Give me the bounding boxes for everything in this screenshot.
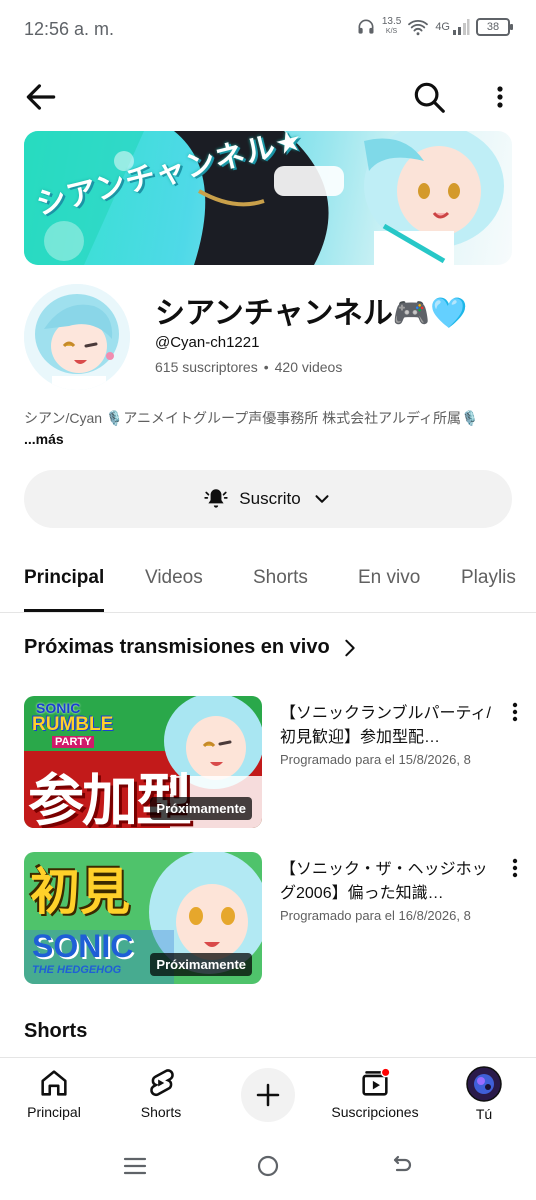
profile-avatar [466,1066,502,1102]
nav-principal-label: Principal [27,1104,81,1120]
upcoming-section-title: Próximas transmisiones en vivo [24,636,330,658]
tab-playlists[interactable]: Playlis [461,567,516,589]
video-schedule: Programado para el 16/8/2026, 8 [280,908,471,923]
channel-description[interactable]: シアン/Cyan 🎙️アニメイトグループ声優事務所 株式会社アルディ所属🎙️ [24,408,514,428]
thumb-text-mid: RUMBLE [32,714,114,735]
tab-videos[interactable]: Videos [145,567,203,589]
circle-home-icon [257,1155,279,1177]
subscribed-button[interactable]: Suscrito [24,470,512,528]
nav-subscriptions-label: Suscripciones [331,1104,419,1120]
chevron-down-icon [315,495,329,503]
video-more-button[interactable] [506,700,524,726]
home-system-button[interactable] [253,1151,283,1181]
back-arrow-icon [393,1155,412,1172]
thumb-text-mid: SONIC [32,928,134,964]
back-button[interactable] [22,78,60,116]
stats-separator: • [263,359,269,375]
subscribed-label: Suscrito [239,489,301,508]
upcoming-badge: Próximamente [150,797,252,820]
video-schedule: Programado para el 15/8/2026, 8 [280,752,471,767]
channel-handle: @Cyan-ch1221 [155,334,260,351]
subscriptions-icon [362,1067,391,1096]
nav-subscriptions[interactable]: Suscripciones [326,1066,424,1120]
video-title[interactable]: 【ソニックランブルパーティ/初見歓迎】参加型配… [280,702,498,750]
avatar-art [24,284,130,390]
channel-banner: シアンチャンネル★ [24,131,512,265]
description-more-link[interactable]: ...más [24,431,64,447]
upcoming-badge: Próximamente [150,953,252,976]
wifi-icon [408,20,429,36]
status-bar: 12:56 a. m. 13.5 K/S 4G 38 [0,0,536,60]
create-button[interactable] [241,1068,295,1122]
channel-stats: 615 suscriptores • 420 videos [155,359,342,375]
signal-icon [453,19,470,35]
search-button[interactable] [410,78,448,116]
arrow-back-icon [26,84,56,110]
system-navigation-bar [0,1133,536,1200]
video-count: 420 videos [274,359,343,375]
nav-shorts[interactable]: Shorts [124,1066,198,1120]
more-options-button[interactable] [486,78,514,116]
status-icons: 13.5 K/S 4G 38 [356,16,513,37]
video-thumbnail[interactable]: 初見 SONIC THE HEDGEHOG Próximamente [24,852,262,984]
channel-name: シアンチャンネル🎮🩵 [155,297,468,330]
more-vert-icon [512,702,518,722]
battery-icon: 38 [476,18,513,36]
upcoming-section-header[interactable]: Próximas transmisiones en vivo [24,636,360,659]
more-vert-icon [497,86,503,108]
video-more-button[interactable] [506,856,524,882]
back-system-button[interactable] [386,1151,416,1181]
shorts-icon [150,1069,174,1097]
top-app-bar [0,72,536,120]
nav-principal[interactable]: Principal [18,1066,90,1120]
thumb-text-top: 初見 [30,864,130,920]
thumb-text-sub: THE HEDGEHOG [32,964,122,976]
home-icon [41,1070,67,1096]
menu-lines-icon [123,1157,147,1175]
nav-you-label: Tú [475,1106,493,1122]
network-type: 4G [435,21,450,33]
video-title[interactable]: 【ソニック・ザ・ヘッジホッグ2006】偏った知識… [280,858,498,906]
active-tab-indicator [24,609,104,612]
search-icon [414,82,445,113]
recent-apps-button[interactable] [120,1151,150,1181]
more-vert-icon [512,858,518,878]
video-thumbnail[interactable]: SONIC RUMBLE PARTY 参加型 Próximamente [24,696,262,828]
status-time: 12:56 a. m. [24,19,115,39]
headphones-icon [358,19,374,34]
tab-principal[interactable]: Principal [24,567,104,589]
channel-tabs: Principal Videos Shorts En vivo Playlis [0,545,536,613]
thumb-text-sub: PARTY [52,736,95,748]
tab-shorts[interactable]: Shorts [253,567,308,589]
upcoming-video-item[interactable]: 初見 SONIC THE HEDGEHOG Próximamente 【ソニック… [24,852,536,984]
net-speed: 13.5 K/S [381,16,402,36]
subscriber-count: 615 suscriptores [155,359,258,375]
upcoming-video-item[interactable]: SONIC RUMBLE PARTY 参加型 Próximamente 【ソニッ… [24,696,536,828]
nav-you[interactable]: Tú [460,1066,508,1122]
channel-avatar[interactable] [24,284,130,390]
tab-en-vivo[interactable]: En vivo [358,567,420,589]
chevron-right-icon [345,639,355,656]
bottom-navigation: Principal Shorts Suscripciones Tú [0,1057,536,1133]
shorts-section-title: Shorts [24,1020,88,1042]
plus-icon [256,1083,280,1107]
nav-shorts-label: Shorts [140,1104,182,1120]
bell-ringing-icon [204,489,228,508]
